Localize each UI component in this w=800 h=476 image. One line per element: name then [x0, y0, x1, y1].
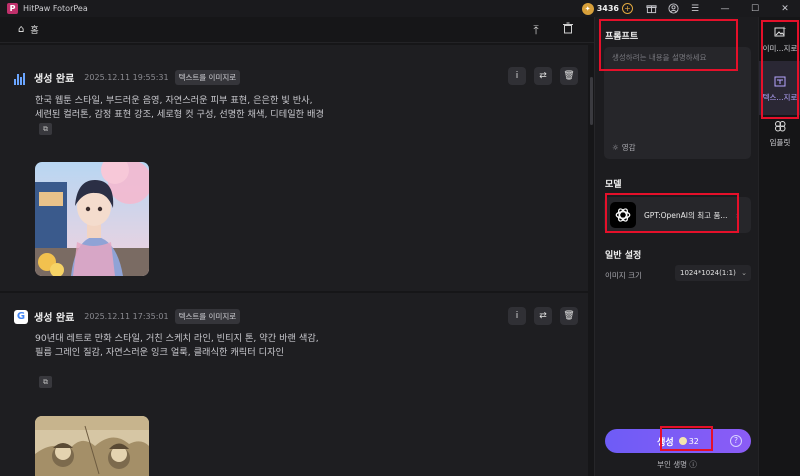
user-icon[interactable] — [666, 2, 680, 16]
card-actions: i ⇄ 🗑 — [500, 307, 578, 325]
app-title: HitPaw FotorPea — [23, 4, 88, 13]
regenerate-icon[interactable]: ⇄ — [534, 307, 552, 325]
delete-icon[interactable]: 🗑 — [560, 67, 578, 85]
title-bar: P HitPaw FotorPea ✦ 3436 + ☰ — ☐ ✕ — [0, 0, 800, 17]
bars-provider-icon — [14, 71, 28, 85]
tool-rail: + 이미...지로 텍스...지로 임플릿 — [758, 17, 800, 476]
prompt-line: 90년대 레트로 만화 스타일, 거친 스케치 라인, 빈티지 톤, 약간 바랜… — [35, 333, 319, 344]
result-thumbnail[interactable] — [35, 416, 149, 476]
size-select[interactable]: 1024*1024(1:1) ⌄ — [675, 265, 751, 281]
maximize-icon[interactable]: ☐ — [740, 0, 770, 17]
rail-item-templates[interactable]: 임플릿 — [759, 117, 800, 153]
prompt-input[interactable] — [612, 53, 742, 62]
history-card: G 생성 완료 2025.12.11 17:35:01 텍스트를 이미지로 i … — [0, 293, 588, 476]
chevron-right-icon: › — [736, 210, 740, 220]
openai-icon — [610, 202, 636, 228]
lightbulb-icon: ☼ — [612, 143, 619, 152]
partial-generation-note[interactable]: 부인 생명 ⓘ — [595, 459, 759, 470]
template-icon — [759, 120, 800, 135]
info-icon[interactable]: i — [508, 307, 526, 325]
help-icon[interactable]: ? — [730, 435, 742, 447]
trash-icon[interactable] — [560, 22, 576, 38]
prompt-line: 세련된 컬러톤, 감정 표현 강조, 세로형 컷 구성, 선명한 채색, 디테일… — [35, 109, 324, 120]
scrollbar[interactable] — [590, 77, 593, 125]
credit-count: 3436 — [596, 4, 619, 13]
prompt-text: 90년대 레트로 만화 스타일, 거친 스케치 라인, 빈티지 톤, 약간 바랜… — [35, 332, 395, 360]
rail-label: 이미...지로 — [762, 44, 798, 53]
prompt-title: 프롬프트 — [605, 32, 639, 42]
status-label: 생성 완료 — [34, 313, 75, 324]
result-thumbnail[interactable] — [35, 162, 149, 276]
generate-cost: 32 — [688, 436, 699, 446]
text-to-image-icon — [759, 75, 800, 90]
model-title: 모델 — [605, 180, 622, 190]
mode-tag: 텍스트를 이미지로 — [174, 70, 241, 85]
generate-label: 생성 — [657, 437, 674, 448]
breadcrumb: ⌂ 홈 ⤒ — [0, 17, 594, 43]
coin-icon: ✦ — [581, 2, 594, 15]
close-icon[interactable]: ✕ — [770, 0, 800, 17]
settings-panel: 프롬프트 ☼ 영감 모델 GPT:OpenAI의 최고 품... › 일반 설정… — [594, 17, 758, 476]
coin-icon — [678, 437, 687, 445]
app-logo: P — [7, 3, 18, 14]
size-label: 이미지 크기 — [605, 271, 642, 280]
titlebar-controls: ✦ 3436 + ☰ — ☐ ✕ — [581, 0, 800, 17]
generate-button[interactable]: 생성 32 ? — [605, 429, 751, 453]
inspire-button[interactable]: ☼ 영감 — [612, 142, 636, 153]
credits-pill[interactable]: ✦ 3436 + — [581, 2, 636, 15]
history-card: 생성 완료 2025.12.11 19:55:31 텍스트를 이미지로 i ⇄ … — [0, 45, 588, 291]
gift-icon[interactable] — [644, 2, 658, 16]
rail-label: 텍스...지로 — [762, 93, 798, 102]
mode-tag: 텍스트를 이미지로 — [174, 309, 241, 324]
info-icon[interactable]: i — [508, 67, 526, 85]
scroll-top-icon[interactable]: ⤒ — [528, 22, 544, 38]
model-name: GPT:OpenAI의 최고 품... — [644, 210, 728, 220]
status-label: 생성 완료 — [34, 74, 75, 85]
copy-icon[interactable]: ⧉ — [39, 123, 52, 135]
inspire-label: 영감 — [621, 143, 636, 152]
copy-icon[interactable]: ⧉ — [39, 376, 52, 388]
card-actions: i ⇄ 🗑 — [500, 67, 578, 85]
add-credits-icon[interactable]: + — [622, 3, 633, 14]
timestamp: 2025.12.11 17:35:01 — [84, 312, 169, 321]
model-select[interactable]: GPT:OpenAI의 최고 품... › — [604, 197, 751, 233]
history-panel: ⌂ 홈 ⤒ 생성 완료 2025.12.11 19:55:31 텍스트를 이미지… — [0, 17, 594, 476]
size-value: 1024*1024(1:1) — [680, 269, 736, 277]
card-header: 생성 완료 2025.12.11 19:55:31 텍스트를 이미지로 — [14, 70, 241, 85]
home-icon[interactable]: ⌂ — [18, 24, 24, 35]
rail-item-text-to-image[interactable]: 텍스...지로 — [759, 61, 800, 115]
image-plus-icon: + — [759, 26, 800, 41]
chevron-down-icon: ⌄ — [741, 269, 747, 277]
google-icon: G — [14, 309, 28, 324]
timestamp: 2025.12.11 19:55:31 — [84, 73, 169, 82]
delete-icon[interactable]: 🗑 — [560, 307, 578, 325]
card-header: G 생성 완료 2025.12.11 17:35:01 텍스트를 이미지로 — [14, 309, 241, 324]
minimize-icon[interactable]: — — [710, 0, 740, 17]
regenerate-icon[interactable]: ⇄ — [534, 67, 552, 85]
general-settings-title: 일반 설정 — [605, 251, 642, 261]
home-label[interactable]: 홈 — [30, 23, 38, 36]
prompt-text: 한국 웹툰 스타일, 부드러운 음영, 자연스러운 피부 표현, 은은한 빛 반… — [35, 94, 395, 122]
prompt-line: 필름 그레인 질감, 자연스러운 잉크 얼룩, 클래식한 캐릭터 디자인 — [35, 347, 284, 358]
svg-text:+: + — [782, 26, 786, 32]
rail-label: 임플릿 — [769, 138, 791, 147]
prompt-box[interactable]: ☼ 영감 — [604, 47, 751, 159]
rail-item-image-to-image[interactable]: + 이미...지로 — [759, 23, 800, 59]
prompt-line: 한국 웹툰 스타일, 부드러운 음영, 자연스러운 피부 표현, 은은한 빛 반… — [35, 95, 313, 106]
menu-icon[interactable]: ☰ — [688, 2, 702, 16]
